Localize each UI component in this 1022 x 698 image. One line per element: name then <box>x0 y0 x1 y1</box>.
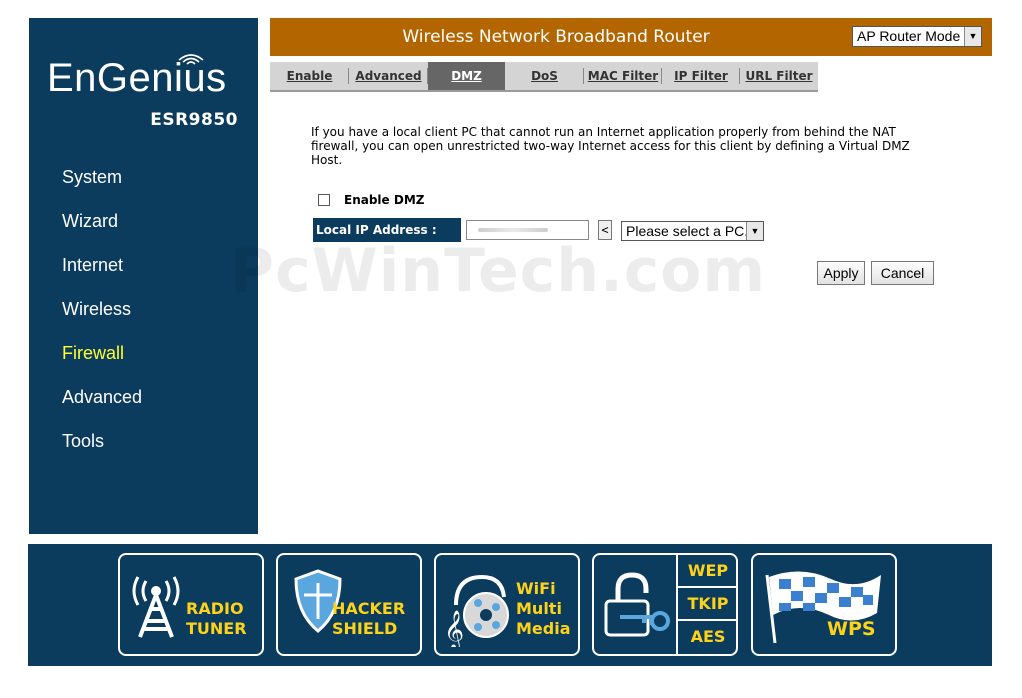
tab-bar: Enable Advanced DMZ DoS MAC Filter IP Fi… <box>270 62 818 92</box>
redacted-ip-blur <box>478 228 548 232</box>
multimedia-icon: 𝄞 <box>444 574 509 647</box>
lock-key-icon <box>604 572 670 637</box>
nav-item-internet[interactable]: Internet <box>29 246 258 290</box>
nav-item-wizard[interactable]: Wizard <box>29 202 258 246</box>
security-wep: WEP <box>678 555 736 588</box>
enable-dmz-row: Enable DMZ <box>318 193 424 207</box>
security-protocols: WEP TKIP AES <box>676 555 736 654</box>
multimedia-line1: WiFi <box>516 579 556 598</box>
wps-label: WPS <box>827 618 876 640</box>
tab-mac-filter[interactable]: MAC Filter <box>584 62 662 90</box>
mode-select[interactable]: AP Router Mode ▼ <box>852 26 982 47</box>
badge-hacker-shield: HACKER SHIELD <box>276 553 422 656</box>
model-name: ESR9850 <box>150 110 238 130</box>
radio-tuner-line2: TUNER <box>186 619 247 638</box>
cancel-button[interactable]: Cancel <box>871 261 934 285</box>
tab-enable[interactable]: Enable <box>270 62 349 90</box>
chevron-down-icon: ▼ <box>964 27 981 46</box>
pc-select[interactable]: Please select a PC. ▼ <box>621 221 764 241</box>
badge-wps: WPS <box>751 553 897 656</box>
sidebar-nav: System Wizard Internet Wireless Firewall… <box>29 158 258 466</box>
nav-item-firewall[interactable]: Firewall <box>29 334 258 378</box>
enable-dmz-checkbox[interactable] <box>318 194 330 206</box>
pc-select-value: Please select a PC. <box>626 223 749 239</box>
multimedia-line3: Media <box>516 619 571 638</box>
nav-item-advanced[interactable]: Advanced <box>29 378 258 422</box>
chevron-down-icon: ▼ <box>746 222 763 240</box>
badge-wifi-multimedia: 𝄞 WiFi Multi Media <box>434 553 580 656</box>
hacker-shield-line2: SHIELD <box>332 619 398 638</box>
watermark: PcWinTech.com <box>230 236 767 306</box>
feature-banner: RADIO TUNER HACKER SHIELD 𝄞 WiFi Multi M… <box>28 544 992 666</box>
copy-pc-ip-button[interactable]: < <box>598 220 612 240</box>
multimedia-line2: Multi <box>516 599 562 618</box>
apply-button[interactable]: Apply <box>817 261 865 285</box>
nav-item-wireless[interactable]: Wireless <box>29 290 258 334</box>
header-bar: Wireless Network Broadband Router AP Rou… <box>270 18 992 56</box>
enable-dmz-label: Enable DMZ <box>344 193 425 207</box>
badge-radio-tuner: RADIO TUNER <box>118 553 264 656</box>
sidebar: EnGenius ESR9850 System Wizard Internet … <box>29 18 258 534</box>
tab-advanced[interactable]: Advanced <box>349 62 428 90</box>
svg-text:𝄞: 𝄞 <box>444 610 464 647</box>
badge-security: WEP TKIP AES <box>592 553 738 656</box>
local-ip-label: Local IP Address : <box>313 218 461 242</box>
brand-logo: EnGenius <box>47 56 227 100</box>
page-title: Wireless Network Broadband Router <box>402 27 710 47</box>
nav-item-system[interactable]: System <box>29 158 258 202</box>
security-aes: AES <box>690 627 726 646</box>
tab-dos[interactable]: DoS <box>505 62 584 90</box>
mode-select-value: AP Router Mode <box>857 28 961 44</box>
radio-tuner-line1: RADIO <box>186 599 244 618</box>
tab-ip-filter[interactable]: IP Filter <box>662 62 740 90</box>
tab-dmz[interactable]: DMZ <box>428 62 505 90</box>
dmz-description: If you have a local client PC that canno… <box>311 125 910 167</box>
nav-item-tools[interactable]: Tools <box>29 422 258 466</box>
hacker-shield-line1: HACKER <box>332 599 406 618</box>
security-tkip: TKIP <box>678 588 736 621</box>
tab-url-filter[interactable]: URL Filter <box>740 62 818 90</box>
radio-tower-icon <box>132 576 180 638</box>
